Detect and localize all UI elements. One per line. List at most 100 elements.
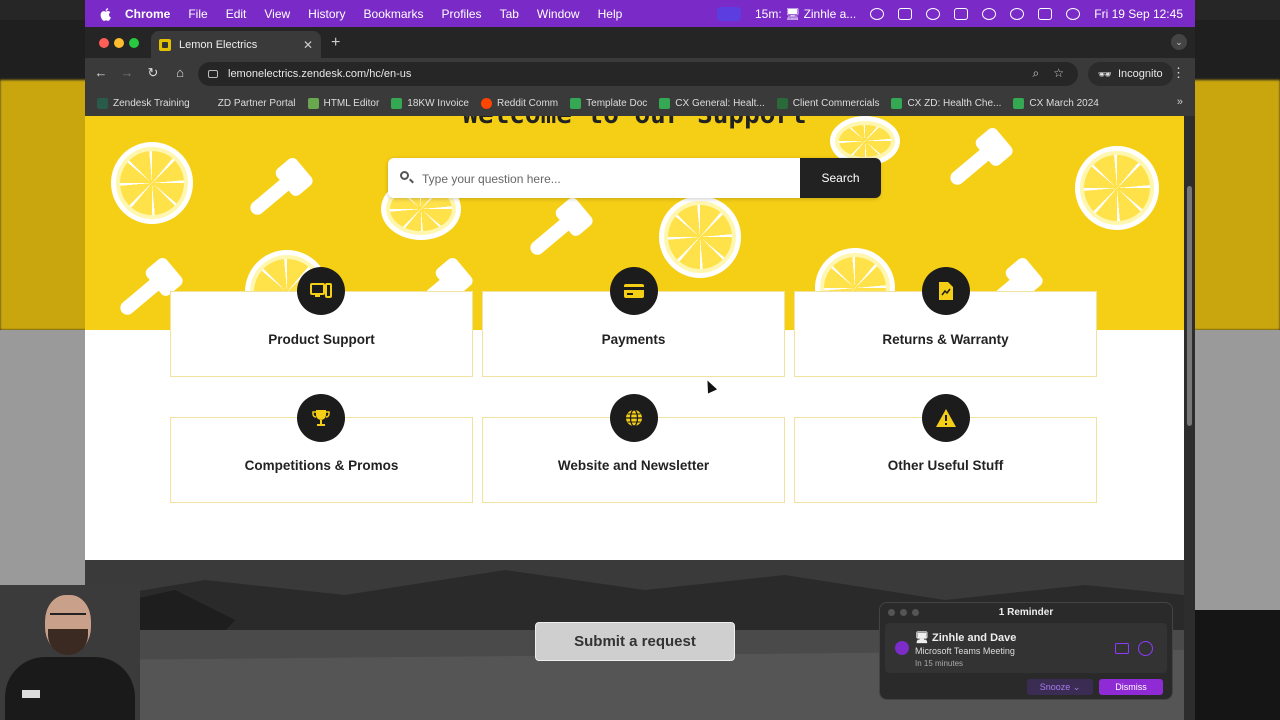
presenter-body	[5, 657, 135, 720]
battery-icon[interactable]	[954, 7, 969, 20]
address-bar[interactable]: lemonelectrics.zendesk.com/hc/en-us ⌕ ☆	[198, 62, 1078, 86]
browser-menu-icon[interactable]: ⋮	[1172, 65, 1185, 81]
plug-decoration	[947, 138, 1003, 188]
snooze-button[interactable]: Snooze ⌄	[1027, 679, 1093, 695]
bookmark-item[interactable]: Template Doc	[570, 97, 648, 109]
siri-icon[interactable]	[1066, 7, 1081, 20]
category-label: Returns & Warranty	[882, 332, 1009, 347]
bookmark-label: ZD Partner Portal	[217, 97, 296, 109]
bookmark-favicon-icon	[481, 97, 492, 109]
macos-menubar: Chrome File Edit View History Bookmarks …	[85, 0, 1195, 27]
forward-button[interactable]: →	[118, 65, 136, 80]
devices-icon	[297, 267, 345, 315]
reminder-notification: 1 Reminder 🖥 Zinhle and Dave Microsoft T…	[879, 602, 1173, 700]
menu-history[interactable]: History	[308, 7, 345, 21]
bookmark-item[interactable]: CX ZD: Health Che...	[891, 97, 1002, 109]
bookmark-label: CX ZD: Health Che...	[907, 97, 1002, 109]
reminder-title: 🖥 Zinhle and Dave	[915, 632, 1017, 644]
calendar-icon	[895, 641, 909, 655]
menu-file[interactable]: File	[188, 7, 207, 21]
incognito-indicator[interactable]: 🕶 Incognito	[1088, 62, 1173, 86]
browser-toolbar: ← → ↻ ⌂ lemonelectrics.zendesk.com/hc/en…	[85, 58, 1195, 90]
bookmark-item[interactable]: Reddit Comm	[481, 97, 559, 109]
category-label: Other Useful Stuff	[887, 458, 1004, 473]
fullscreen-window-button[interactable]	[129, 38, 139, 48]
plug-decoration	[117, 268, 173, 318]
close-window-button[interactable]	[99, 38, 109, 48]
category-label: Payments	[601, 332, 666, 347]
search-button[interactable]: Search	[800, 158, 881, 198]
apple-icon[interactable]	[99, 7, 113, 21]
video-call-icon[interactable]	[1115, 643, 1129, 654]
bookmarks-overflow-icon[interactable]: »	[1177, 96, 1183, 108]
reminder-header: 1 Reminder	[998, 607, 1054, 618]
bookmark-label: Reddit Comm	[497, 97, 559, 109]
menubar-status-area: 15m: 🖥 Zinhle a... Fri 19 Sep 12:45	[716, 0, 1183, 27]
bookmark-item[interactable]: CX General: Healt...	[659, 97, 765, 109]
control-center-icon[interactable]	[1038, 7, 1053, 20]
record-icon[interactable]	[926, 7, 941, 20]
bookmark-item[interactable]: CX March 2024	[1013, 97, 1099, 109]
submit-request-button[interactable]: Submit a request	[535, 622, 735, 661]
globe-icon	[610, 394, 658, 442]
bookmark-item[interactable]: Client Commercials	[776, 97, 879, 109]
bookmark-favicon-icon	[1013, 97, 1025, 109]
address-url[interactable]: lemonelectrics.zendesk.com/hc/en-us	[228, 68, 411, 80]
bookmark-item[interactable]: Zendesk Training	[97, 97, 190, 109]
new-tab-button[interactable]: +	[331, 34, 340, 52]
menu-window[interactable]: Window	[537, 7, 580, 21]
warning-icon	[922, 394, 970, 442]
menu-tab[interactable]: Tab	[500, 7, 519, 21]
zoom-icon[interactable]: ⌕	[1033, 66, 1040, 81]
page-viewport: Welcome to our Support Search Product Su…	[85, 116, 1184, 560]
bookmark-label: Template Doc	[586, 97, 648, 109]
tab-lemon-electrics[interactable]: Lemon Electrics ✕	[151, 31, 321, 58]
scrollbar-thumb[interactable]	[1187, 186, 1192, 426]
category-label: Competitions & Promos	[244, 458, 399, 473]
bookmark-star-icon[interactable]: ☆	[1053, 66, 1064, 81]
plug-decoration	[527, 208, 583, 258]
menu-view[interactable]: View	[264, 7, 290, 21]
bookmark-label: Zendesk Training	[113, 97, 190, 109]
presenter-glasses	[50, 613, 86, 623]
bookmark-favicon-icon	[307, 97, 319, 109]
bookmark-label: CX General: Healt...	[675, 97, 765, 109]
bookmark-item[interactable]: HTML Editor	[307, 97, 379, 109]
cloud-icon[interactable]	[870, 7, 885, 20]
close-tab-icon[interactable]: ✕	[303, 38, 313, 52]
bookmark-favicon-icon	[201, 97, 213, 109]
layers-icon[interactable]	[898, 7, 913, 20]
menu-bookmarks[interactable]: Bookmarks	[364, 7, 424, 21]
search-icon[interactable]	[1010, 7, 1025, 20]
bookmark-favicon-icon	[97, 97, 108, 109]
minimize-window-button[interactable]	[114, 38, 124, 48]
category-label: Product Support	[268, 332, 375, 347]
trophy-icon	[297, 394, 345, 442]
menu-edit[interactable]: Edit	[226, 7, 247, 21]
search-icon	[400, 171, 409, 180]
menu-profiles[interactable]: Profiles	[442, 7, 482, 21]
search-input[interactable]	[420, 166, 794, 192]
menu-app-name[interactable]: Chrome	[125, 7, 170, 21]
meeting-countdown[interactable]: 15m: 🖥 Zinhle a...	[755, 7, 856, 21]
menubar-clock[interactable]: Fri 19 Sep 12:45	[1094, 7, 1183, 21]
bookmark-item[interactable]: ZD Partner Portal	[201, 97, 296, 109]
plug-decoration	[247, 168, 303, 218]
wifi-icon[interactable]	[982, 7, 997, 20]
dismiss-button[interactable]: Dismiss	[1099, 679, 1163, 695]
site-settings-icon[interactable]	[208, 70, 218, 78]
tab-search-icon[interactable]: ⌄	[1171, 34, 1187, 50]
reminder-item[interactable]: 🖥 Zinhle and Dave Microsoft Teams Meetin…	[885, 623, 1167, 673]
chat-icon[interactable]	[1138, 641, 1153, 656]
bookmark-item[interactable]: 18KW Invoice	[391, 97, 469, 109]
screen-share-icon[interactable]	[716, 6, 741, 21]
back-button[interactable]: ←	[92, 65, 110, 80]
lemon-slice-decoration	[1075, 146, 1159, 230]
bookmark-favicon-icon	[570, 97, 582, 109]
hero-title: Welcome to our Support	[85, 116, 1184, 130]
menu-help[interactable]: Help	[598, 7, 623, 21]
address-bar-actions: ⌕ ☆	[1033, 66, 1065, 81]
page-scrollbar[interactable]	[1184, 116, 1195, 720]
home-button[interactable]: ⌂	[171, 65, 189, 80]
reload-button[interactable]: ↻	[144, 65, 162, 81]
